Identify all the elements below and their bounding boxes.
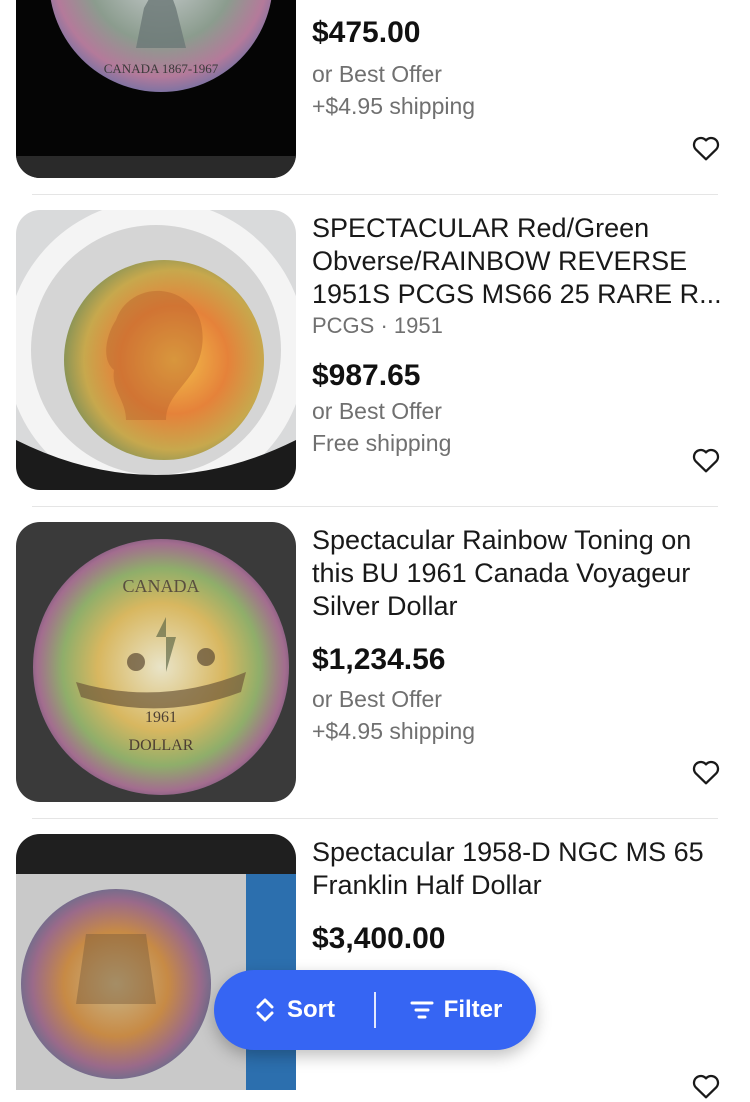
- sort-chevrons-icon: [256, 998, 274, 1022]
- divider: [32, 506, 718, 507]
- listing-image[interactable]: [16, 210, 296, 490]
- sort-button[interactable]: Sort: [214, 970, 374, 1050]
- listing-shipping: +$4.95 shipping: [312, 93, 476, 119]
- listing-subtitle: PCGS · 1951: [312, 313, 443, 338]
- svg-text:DOLLAR: DOLLAR: [129, 737, 194, 754]
- listing-image[interactable]: [16, 834, 296, 1090]
- svg-text:1961: 1961: [145, 709, 177, 726]
- listing-shipping: Free shipping: [312, 430, 452, 456]
- coin-wolf-image: CANADA 1867-1967: [16, 0, 296, 178]
- heart-icon[interactable]: [690, 756, 722, 788]
- listing-price: $3,400.00: [312, 922, 446, 955]
- coin-voyageur-image: CANADA 1961 DOLLAR: [16, 522, 296, 802]
- listing-image[interactable]: CANADA 1867-1967: [16, 0, 296, 178]
- heart-icon[interactable]: [690, 444, 722, 476]
- sort-filter-bar: Sort Filter: [214, 970, 536, 1050]
- divider: [32, 194, 718, 195]
- filter-icon: [410, 1001, 434, 1019]
- coin-franklin-image: [16, 834, 296, 1090]
- listing-price: $475.00: [312, 16, 421, 49]
- svg-text:CANADA: CANADA: [122, 576, 199, 596]
- svg-text:CANADA 1867-1967: CANADA 1867-1967: [104, 61, 219, 76]
- divider: [32, 818, 718, 819]
- listing-offer: or Best Offer: [312, 686, 442, 712]
- listing-price: $987.65: [312, 359, 421, 392]
- coin-quarter-image: [16, 210, 296, 490]
- listing-price: $1,234.56: [312, 643, 446, 676]
- sort-label: Sort: [287, 996, 335, 1023]
- listing-title[interactable]: Spectacular 1958-D NGC MS 65 Franklin Ha…: [312, 836, 734, 902]
- listing-shipping: +$4.95 shipping: [312, 718, 476, 744]
- filter-button[interactable]: Filter: [376, 970, 536, 1050]
- heart-icon[interactable]: [690, 1070, 722, 1102]
- heart-icon[interactable]: [690, 132, 722, 164]
- listing-image[interactable]: CANADA 1961 DOLLAR: [16, 522, 296, 802]
- listing-offer: or Best Offer: [312, 398, 442, 424]
- filter-label: Filter: [443, 996, 503, 1023]
- listing-title[interactable]: Spectacular Rainbow Toning on this BU 19…: [312, 524, 734, 623]
- listing-title[interactable]: SPECTACULAR Red/Green Obverse/RAINBOW RE…: [312, 212, 734, 311]
- listing-offer: or Best Offer: [312, 61, 442, 87]
